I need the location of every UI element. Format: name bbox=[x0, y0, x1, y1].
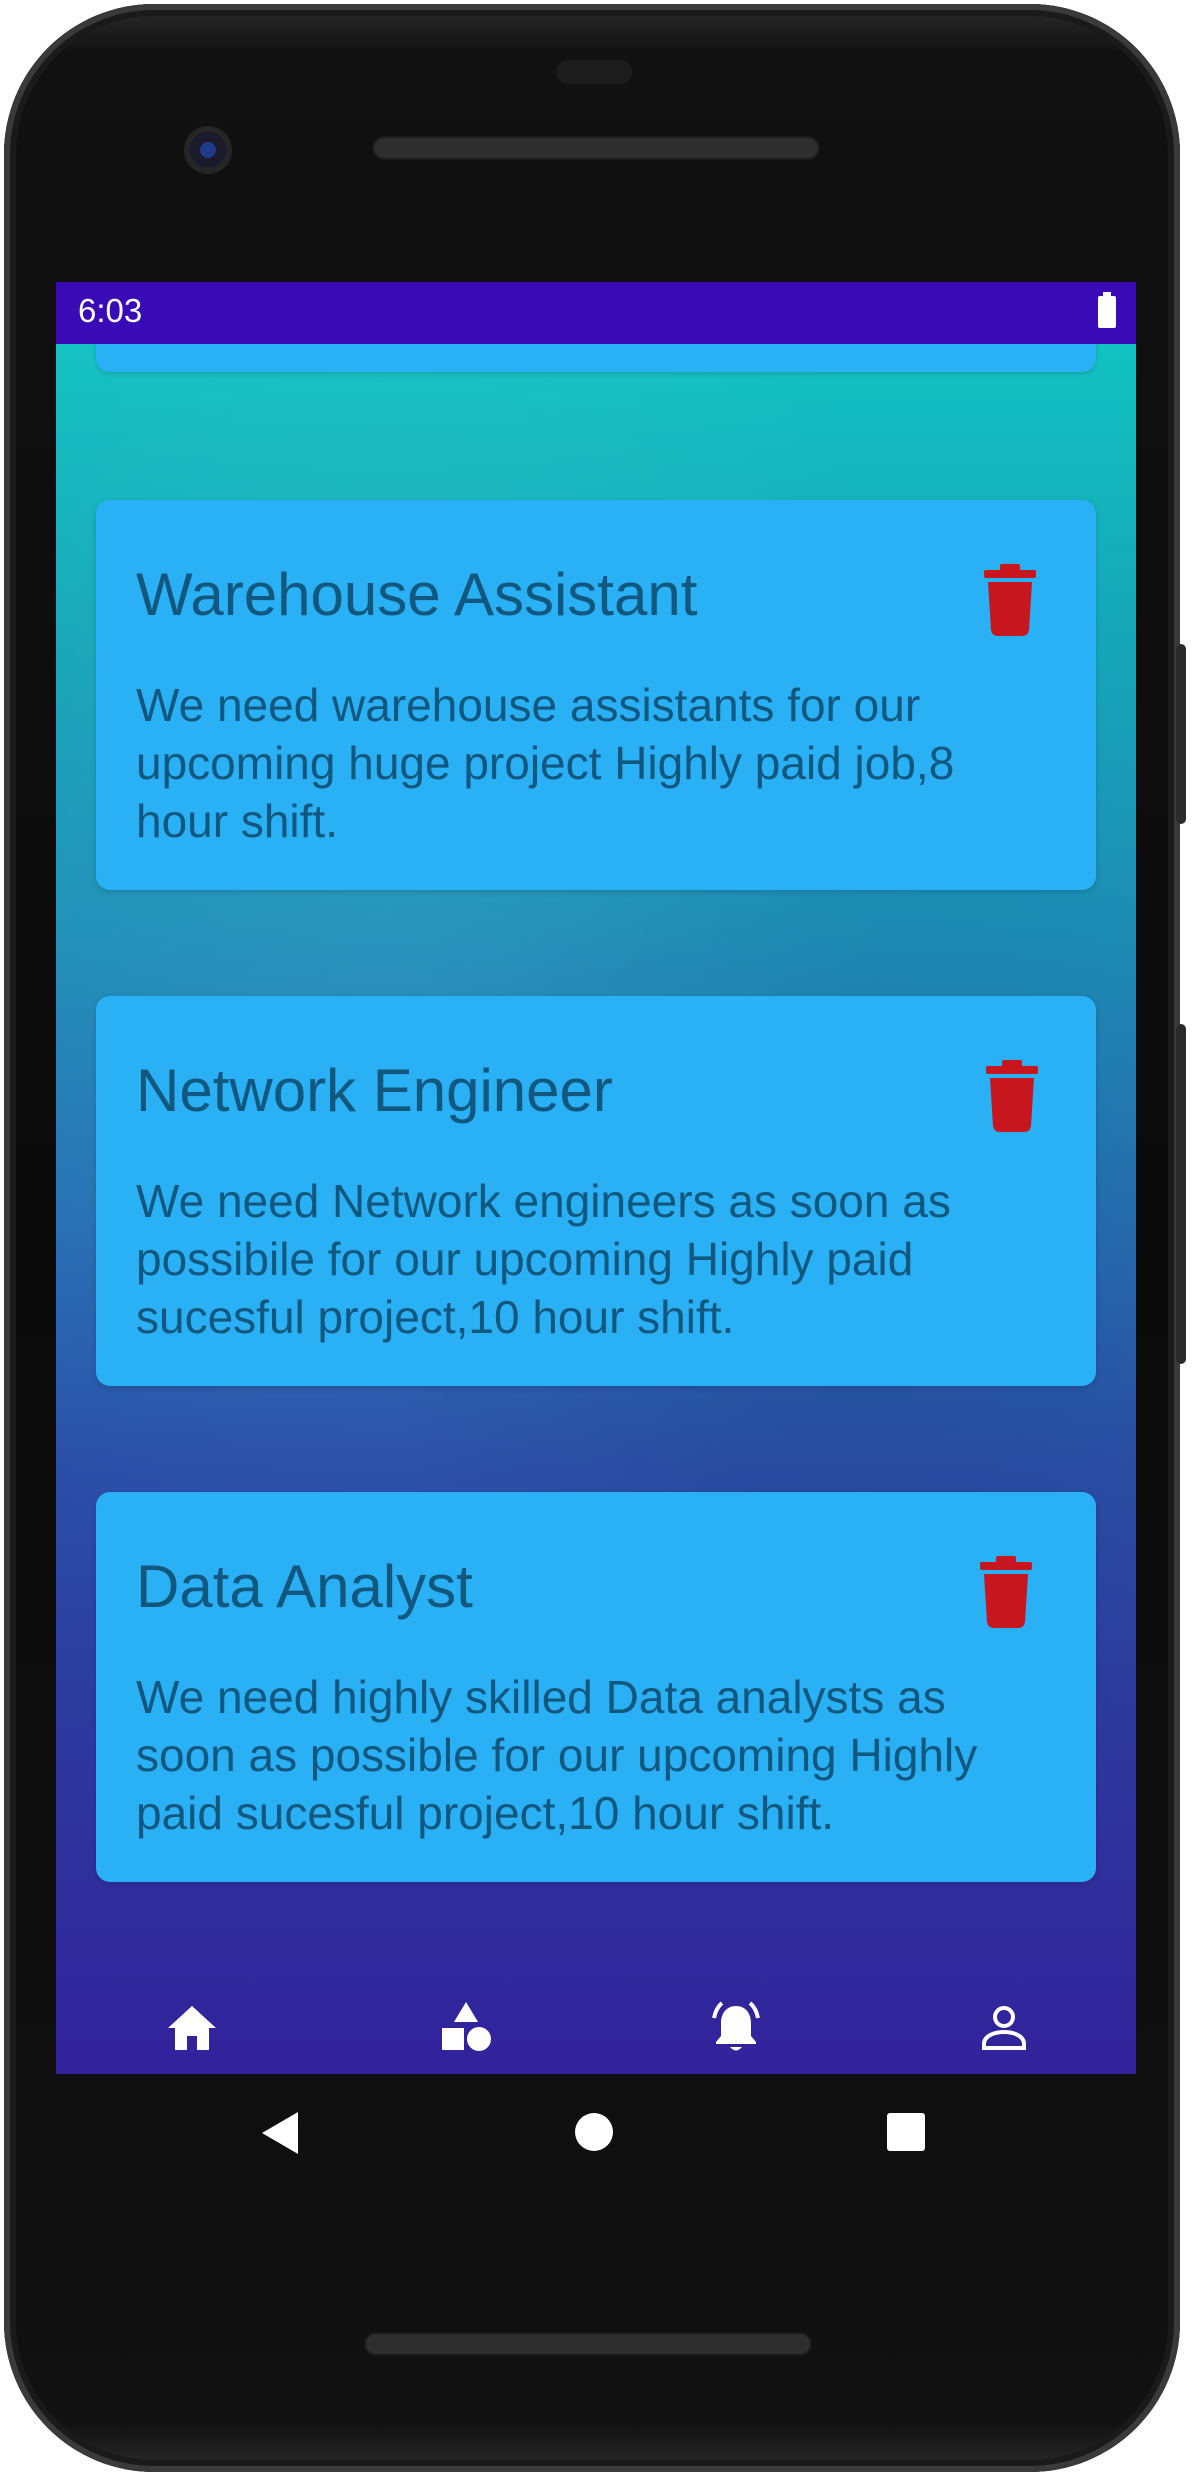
shapes-icon[interactable] bbox=[436, 1998, 496, 2058]
back-triangle-icon[interactable] bbox=[260, 2110, 300, 2156]
job-title: Network Engineer bbox=[136, 1057, 613, 1124]
job-description: We need Network engineers as soon as pos… bbox=[136, 1175, 951, 1343]
power-button bbox=[1176, 644, 1186, 824]
job-title: Warehouse Assistant bbox=[136, 561, 698, 628]
home-circle-icon[interactable] bbox=[574, 2112, 614, 2152]
job-card[interactable]: Warehouse Assistant We need warehouse as… bbox=[96, 500, 1096, 890]
bottom-navigation bbox=[56, 1984, 1136, 2074]
job-card[interactable]: Network Engineer We need Network enginee… bbox=[96, 996, 1096, 1386]
recents-square-icon[interactable] bbox=[886, 2112, 926, 2152]
system-navigation-bar bbox=[56, 2074, 1136, 2204]
home-icon[interactable] bbox=[162, 1998, 222, 2058]
trash-icon[interactable] bbox=[986, 1060, 1038, 1132]
battery-full-icon bbox=[1098, 292, 1116, 328]
volume-button bbox=[1176, 1024, 1186, 1364]
phone-frame: 6:03 Warehouse Assistant We need warehou… bbox=[4, 4, 1186, 2472]
status-bar: 6:03 bbox=[56, 282, 1136, 344]
job-card[interactable]: Data Analyst We need highly skilled Data… bbox=[96, 1492, 1096, 1882]
trash-icon[interactable] bbox=[984, 564, 1036, 636]
job-description: We need highly skilled Data analysts as … bbox=[136, 1671, 978, 1839]
top-speaker bbox=[372, 136, 820, 160]
front-camera bbox=[184, 126, 232, 174]
person-icon[interactable] bbox=[974, 1998, 1034, 2058]
status-time: 6:03 bbox=[78, 292, 143, 329]
app-screen: 6:03 Warehouse Assistant We need warehou… bbox=[56, 282, 1136, 2074]
job-description: We need warehouse assistants for our upc… bbox=[136, 679, 955, 847]
notification-bell-icon[interactable] bbox=[706, 1998, 766, 2058]
job-title: Data Analyst bbox=[136, 1553, 473, 1620]
earpiece bbox=[556, 60, 632, 84]
trash-icon[interactable] bbox=[980, 1556, 1032, 1628]
bottom-speaker bbox=[364, 2332, 812, 2356]
